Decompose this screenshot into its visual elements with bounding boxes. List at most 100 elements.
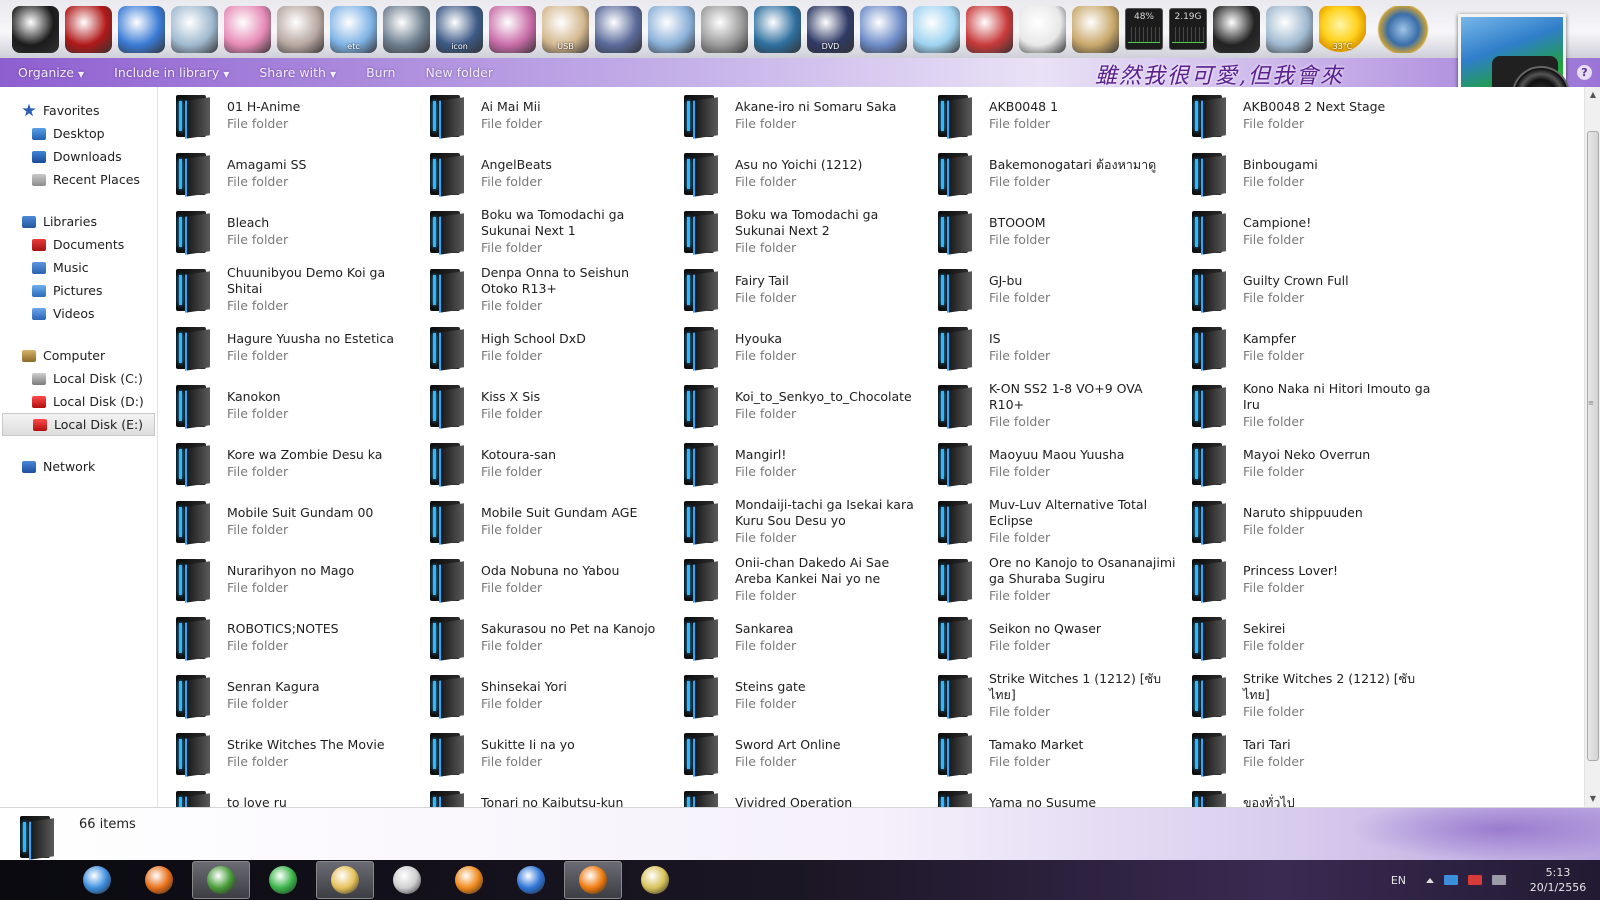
vertical-scrollbar[interactable]: ▲ ≡ ▼: [1584, 87, 1600, 807]
globe-icon[interactable]: [1372, 5, 1434, 53]
cpu-meter[interactable]: 48%: [1125, 8, 1163, 50]
anime-app-4-icon[interactable]: [489, 5, 536, 53]
nav-favorites[interactable]: Favorites: [0, 99, 157, 122]
taskbar-internet-explorer-button[interactable]: [68, 861, 126, 899]
folder-item[interactable]: Tamako Market File folder: [938, 725, 1192, 783]
taskbar-app-orange-button[interactable]: [440, 861, 498, 899]
folder-item[interactable]: ROBOTICS;NOTES File folder: [176, 609, 430, 667]
folder-item[interactable]: Sekirei File folder: [1192, 609, 1446, 667]
folder-item[interactable]: Sword Art Online File folder: [684, 725, 938, 783]
folder-item[interactable]: Tonari no Kaibutsu-kunFile folder: [430, 783, 684, 807]
folder-item[interactable]: Bakemonogatari ต้องหามาดู File folder: [938, 145, 1192, 203]
anime-app-2-icon[interactable]: [277, 5, 324, 53]
include-in-library-button[interactable]: Include in library ▼: [114, 65, 229, 80]
scroll-up-arrow-icon[interactable]: ▲: [1585, 87, 1600, 103]
help-icon[interactable]: ?: [1577, 65, 1592, 80]
folder-item[interactable]: Tari Tari File folder: [1192, 725, 1446, 783]
share-with-button[interactable]: Share with ▼: [259, 65, 336, 80]
taskbar-app-lightning-button[interactable]: [502, 861, 560, 899]
folder-item[interactable]: Ore no Kanojo to Osananajimi ga Shuraba …: [938, 551, 1192, 609]
anime-app-6-icon[interactable]: [648, 5, 695, 53]
taskbar-vlc-button[interactable]: [564, 861, 622, 899]
folder-item[interactable]: Kiss X Sis File folder: [430, 377, 684, 435]
folder-item[interactable]: Onii-chan Dakedo Ai Sae Areba Kankei Nai…: [684, 551, 938, 609]
nav-pictures[interactable]: Pictures: [0, 279, 157, 302]
folder-item[interactable]: Ai Mai Mii File folder: [430, 87, 684, 145]
folder-item[interactable]: Guilty Crown Full File folder: [1192, 261, 1446, 319]
folder-item[interactable]: Kore wa Zombie Desu ka File folder: [176, 435, 430, 493]
folder-item[interactable]: Kono Naka ni Hitori Imouto ga Iru File fo…: [1192, 377, 1446, 435]
scroll-down-arrow-icon[interactable]: ▼: [1585, 791, 1600, 807]
folder-item[interactable]: Kampfer File folder: [1192, 319, 1446, 377]
language-indicator[interactable]: EN: [1391, 874, 1406, 887]
anime-app-11-icon[interactable]: [966, 5, 1013, 53]
folder-item[interactable]: Strike Witches The Movie File folder: [176, 725, 430, 783]
windows-start-icon[interactable]: [118, 5, 165, 53]
folder-item[interactable]: High School DxD File folder: [430, 319, 684, 377]
folder-item[interactable]: Princess Lover! File folder: [1192, 551, 1446, 609]
folder-item[interactable]: IS File folder: [938, 319, 1192, 377]
network-tray-icon[interactable]: [1444, 875, 1458, 885]
clock[interactable]: 5:13 20/1/2556: [1516, 865, 1600, 895]
folder-item[interactable]: ของทั่วไปFile folder: [1192, 783, 1446, 807]
nav-desktop[interactable]: Desktop: [0, 122, 157, 145]
nav-local-disk-d[interactable]: Local Disk (D:): [0, 390, 157, 413]
anime-app-9-icon[interactable]: [860, 5, 907, 53]
folder-item[interactable]: Sakurasou no Pet na Kanojo File folder: [430, 609, 684, 667]
organize-button[interactable]: Organize ▼: [18, 65, 84, 80]
volume-icon[interactable]: [1492, 875, 1506, 885]
folder-item[interactable]: Fairy Tail File folder: [684, 261, 938, 319]
folder-item[interactable]: Mobile Suit Gundam AGE File folder: [430, 493, 684, 551]
nav-downloads[interactable]: Downloads: [0, 145, 157, 168]
folder-item[interactable]: Binbougami File folder: [1192, 145, 1446, 203]
app-tray-icon[interactable]: [1468, 875, 1482, 885]
folder-item[interactable]: Hyouka File folder: [684, 319, 938, 377]
folder-item[interactable]: Boku wa Tomodachi ga Sukunai Next 1 File …: [430, 203, 684, 261]
folder-item[interactable]: Strike Witches 1 (1212) [ซับไทย] File fol…: [938, 667, 1192, 725]
folder-item[interactable]: Amagami SS File folder: [176, 145, 430, 203]
nav-libraries[interactable]: Libraries: [0, 210, 157, 233]
folder-item[interactable]: Koi_to_Senkyo_to_Chocolate File folder: [684, 377, 938, 435]
folder-item[interactable]: Strike Witches 2 (1212) [ซับไทย] File fol…: [1192, 667, 1446, 725]
new-folder-button[interactable]: New folder: [425, 65, 493, 80]
taskbar-app-document-button[interactable]: [378, 861, 436, 899]
folder-item[interactable]: GJ-bu File folder: [938, 261, 1192, 319]
folder-item[interactable]: K-ON SS2 1-8 VO+9 OVA R10+ File folder: [938, 377, 1192, 435]
folder-item[interactable]: Oda Nobuna no Yabou File folder: [430, 551, 684, 609]
dvd-app-icon[interactable]: DVD: [807, 5, 854, 53]
folder-item[interactable]: Mangirl! File folder: [684, 435, 938, 493]
folder-item[interactable]: to love ruFile folder: [176, 783, 430, 807]
taskbar-app-99-button[interactable]: [626, 861, 684, 899]
folder-item[interactable]: Seikon no Qwaser File folder: [938, 609, 1192, 667]
folder-item[interactable]: Chuunibyou Demo Koi ga Shitai File folder: [176, 261, 430, 319]
taskbar-firefox-button[interactable]: [130, 861, 188, 899]
folder-item[interactable]: Shinsekai Yori File folder: [430, 667, 684, 725]
folder-item[interactable]: Naruto shippuuden File folder: [1192, 493, 1446, 551]
nav-local-disk-e[interactable]: Local Disk (E:): [2, 413, 155, 436]
bleach-app-icon[interactable]: [1019, 5, 1066, 53]
folder-item[interactable]: Asu no Yoichi (1212) File folder: [684, 145, 938, 203]
folder-item[interactable]: Mayoi Neko Overrun File folder: [1192, 435, 1446, 493]
folder-item[interactable]: Sankarea File folder: [684, 609, 938, 667]
anime-app-3-icon[interactable]: [383, 5, 430, 53]
folder-item[interactable]: Yama no SusumeFile folder: [938, 783, 1192, 807]
app-red-circle-icon[interactable]: [65, 5, 112, 53]
folder-item[interactable]: Denpa Onna to Seishun Otoko R13+ File fol…: [430, 261, 684, 319]
burn-button[interactable]: Burn: [366, 65, 395, 80]
folder-item[interactable]: Muv-Luv Alternative Total Eclipse File fo…: [938, 493, 1192, 551]
folder-item[interactable]: Mobile Suit Gundam 00 File folder: [176, 493, 430, 551]
folder-item[interactable]: Akane-iro ni Somaru Saka File folder: [684, 87, 938, 145]
recycle-bin-2-icon[interactable]: [1266, 5, 1313, 53]
folder-item[interactable]: Mondaiji-tachi ga Isekai kara Kuru Sou D…: [684, 493, 938, 551]
folder-item[interactable]: Steins gate File folder: [684, 667, 938, 725]
folder-item[interactable]: Kanokon File folder: [176, 377, 430, 435]
usb-app-icon[interactable]: USB: [542, 5, 589, 53]
folder-item[interactable]: AKB0048 1 File folder: [938, 87, 1192, 145]
weather-sun-icon[interactable]: 33°C: [1319, 5, 1366, 53]
nav-recent-places[interactable]: Recent Places: [0, 168, 157, 191]
folder-item[interactable]: AngelBeats File folder: [430, 145, 684, 203]
nav-music[interactable]: Music: [0, 256, 157, 279]
nav-documents[interactable]: Documents: [0, 233, 157, 256]
anime-app-8-icon[interactable]: [754, 5, 801, 53]
steam-icon[interactable]: [12, 5, 59, 53]
